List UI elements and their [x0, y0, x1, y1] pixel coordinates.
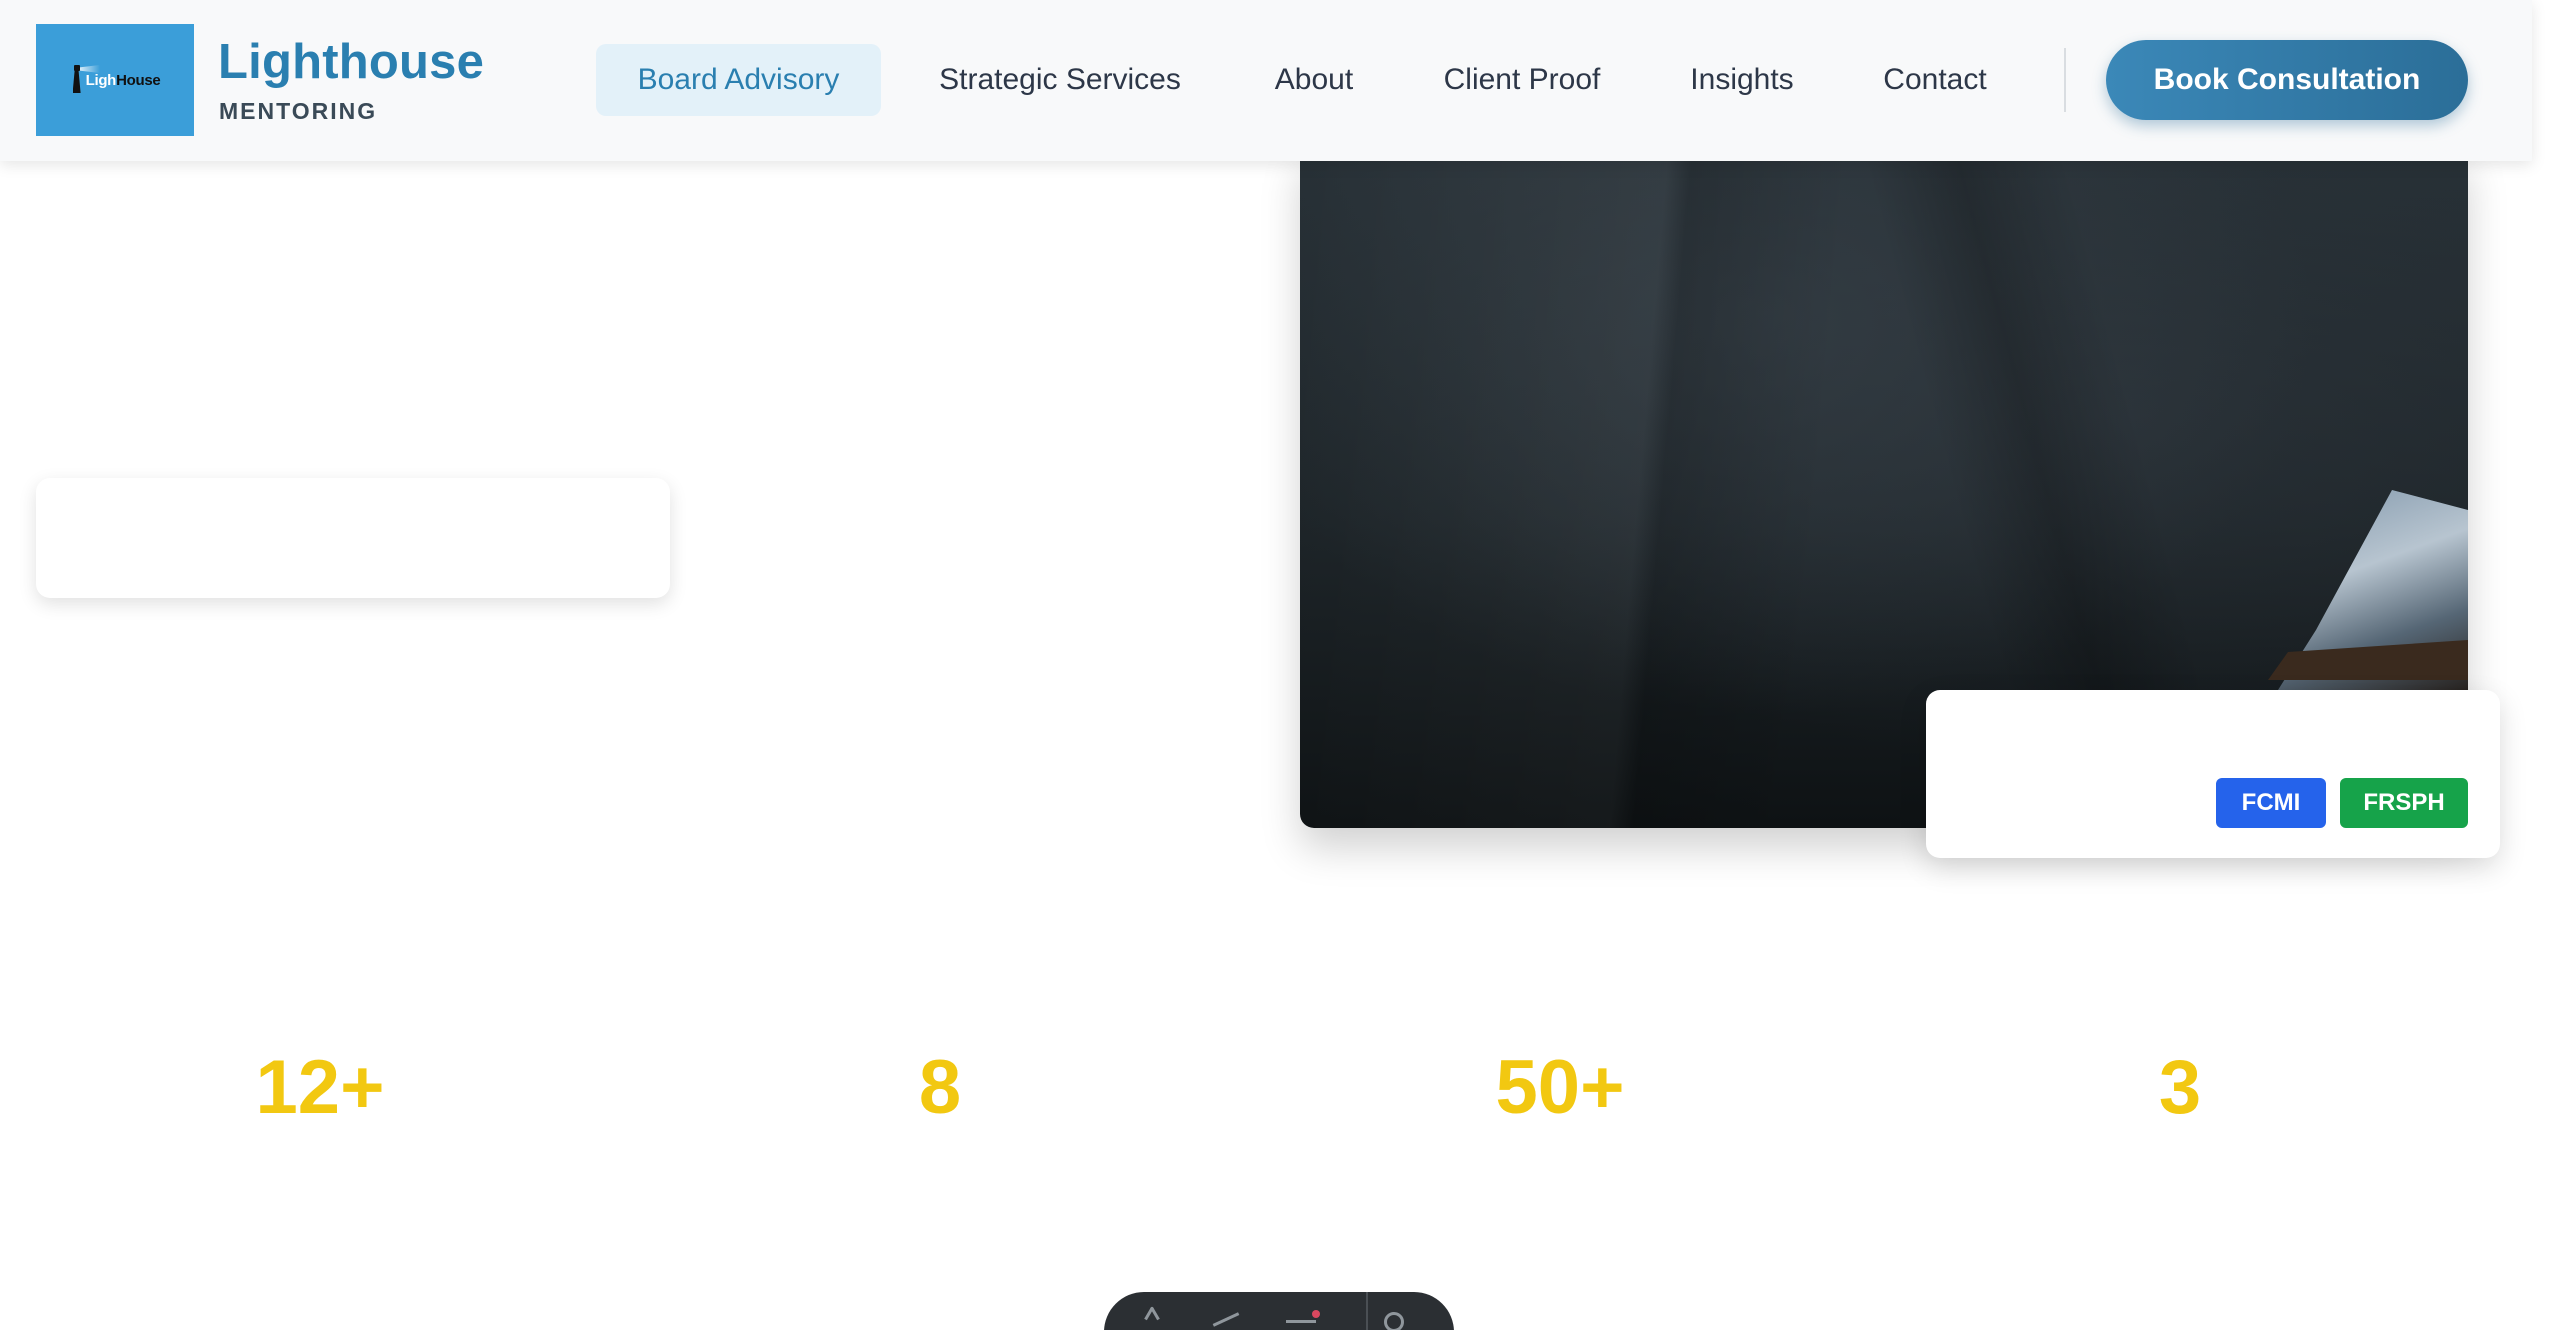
- brand-title[interactable]: Lighthouse: [218, 34, 484, 90]
- nav-strategic-services[interactable]: Strategic Services: [910, 44, 1210, 116]
- nav-contact[interactable]: Contact: [1860, 44, 2010, 116]
- nav-client-proof[interactable]: Client Proof: [1420, 44, 1624, 116]
- logo-mark: LighHouse: [70, 65, 161, 95]
- nav-board-advisory[interactable]: Board Advisory: [596, 44, 881, 116]
- nav-about[interactable]: About: [1252, 44, 1376, 116]
- credentials-card: FCMI FRSPH: [1926, 690, 2500, 858]
- nav-divider: [2064, 48, 2066, 112]
- toolbar-separator: [1366, 1292, 1368, 1330]
- settings-icon[interactable]: [1378, 1306, 1408, 1330]
- site-header: LighHouse Lighthouse MENTORING Board Adv…: [0, 0, 2532, 161]
- lighthouse-icon: [70, 65, 100, 95]
- stat-value-1: 12+: [255, 1045, 385, 1130]
- page: LighHouse Lighthouse MENTORING Board Adv…: [0, 0, 2560, 1330]
- floating-toolbar: [1104, 1292, 1454, 1330]
- stat-value-3: 50+: [1495, 1045, 1625, 1130]
- stat-value-2: 8: [918, 1045, 962, 1130]
- brand-subtitle: MENTORING: [219, 98, 378, 124]
- logo-wordmark-light: Ligh: [85, 71, 117, 89]
- stat-value-4: 3: [2158, 1045, 2202, 1130]
- book-consultation-button[interactable]: Book Consultation: [2106, 40, 2468, 120]
- info-card: [36, 478, 670, 598]
- highlight-icon[interactable]: [1286, 1306, 1320, 1330]
- badge-fcmi: FCMI: [2216, 778, 2326, 828]
- nav-insights[interactable]: Insights: [1672, 44, 1812, 116]
- logo-wordmark-dark: House: [116, 71, 161, 89]
- pen-icon[interactable]: [1210, 1306, 1240, 1330]
- badge-frsph: FRSPH: [2340, 778, 2468, 828]
- logo[interactable]: LighHouse: [36, 24, 194, 136]
- text-icon[interactable]: [1134, 1306, 1164, 1330]
- logo-wordmark: LighHouse: [86, 72, 161, 89]
